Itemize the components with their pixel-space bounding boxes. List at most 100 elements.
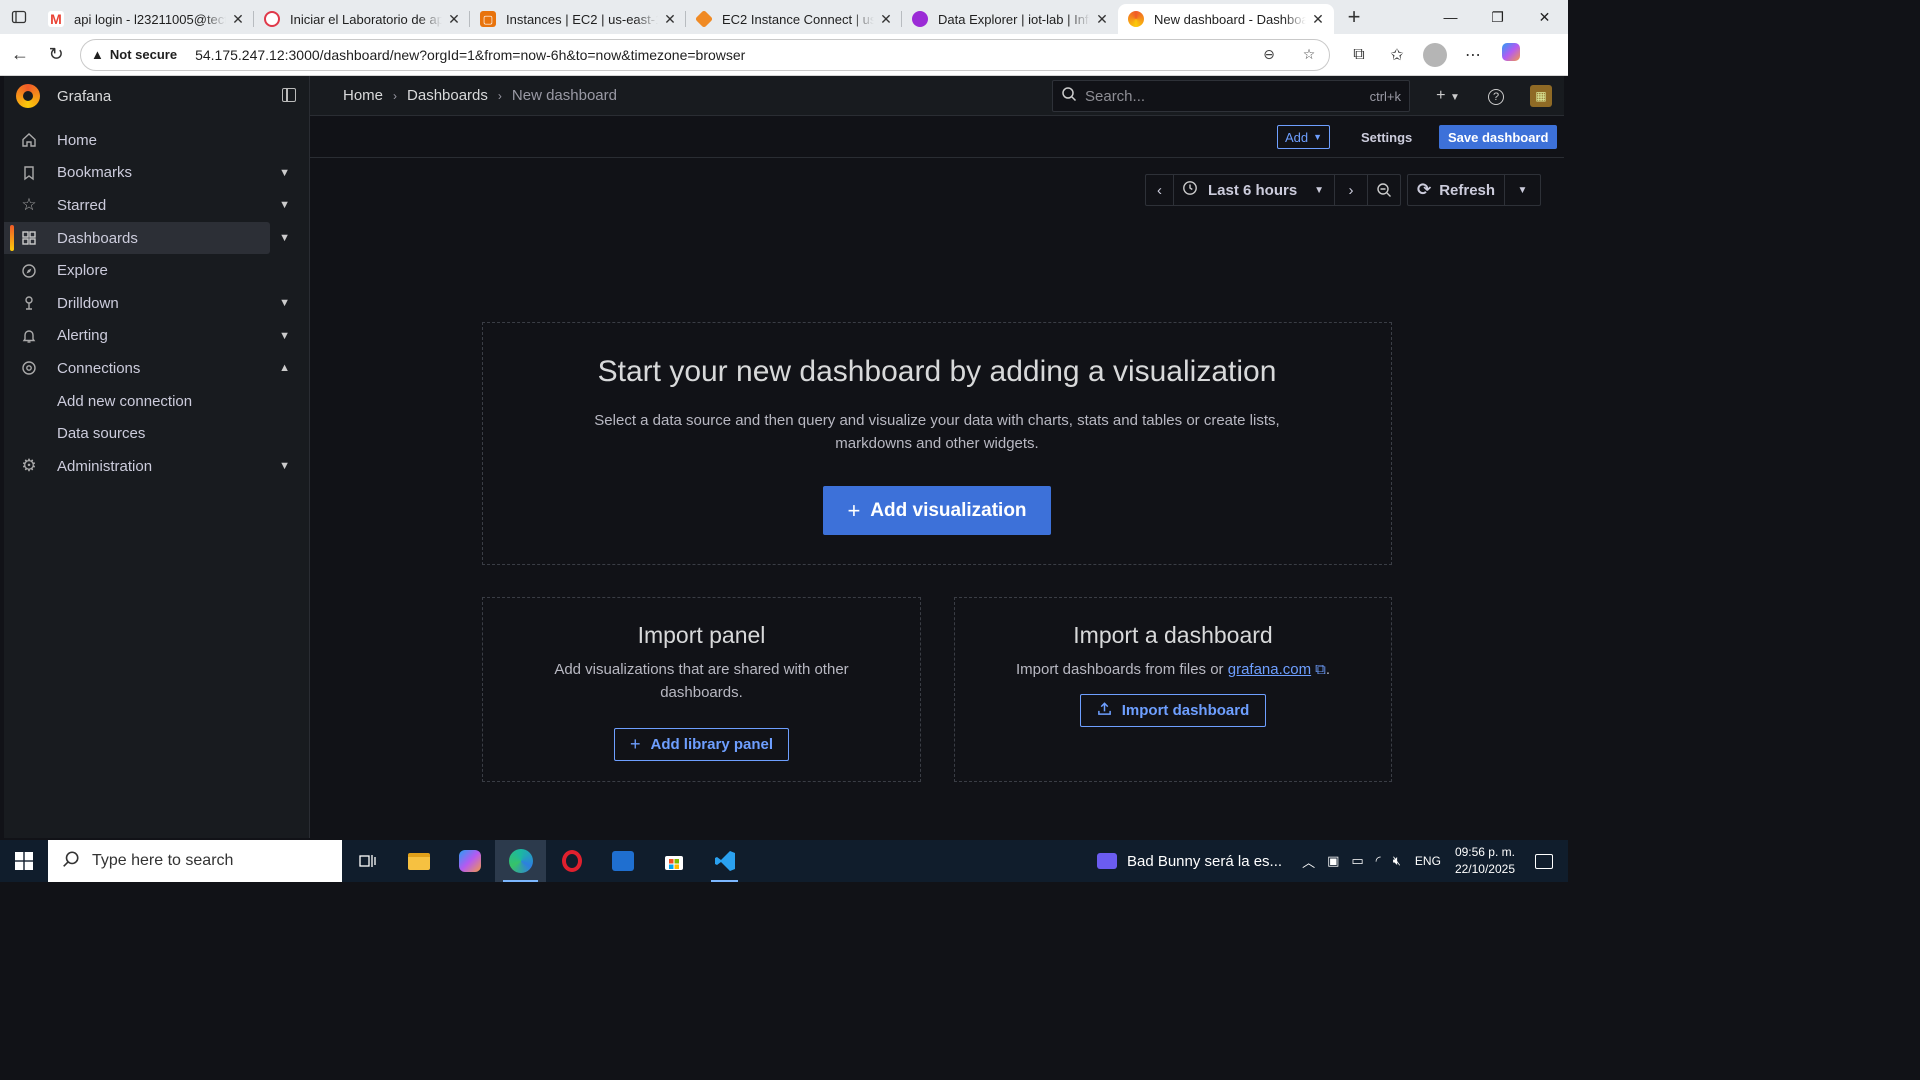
- close-icon[interactable]: ✕: [1094, 11, 1110, 28]
- import-dashboard-description: Import dashboards from files or grafana.…: [955, 658, 1391, 681]
- language-indicator[interactable]: ENG: [1415, 854, 1441, 868]
- nav-item-connections[interactable]: Connections ▲: [4, 352, 290, 385]
- nav-item-administration[interactable]: ⚙ Administration ▼: [4, 450, 290, 483]
- browser-tab-ec2-connect[interactable]: EC2 Instance Connect | us-ea ✕: [686, 4, 902, 34]
- breadcrumb-home[interactable]: Home: [343, 87, 383, 104]
- favorite-star-icon[interactable]: ☆: [1289, 46, 1329, 63]
- search-shortcut: ctrl+k: [1369, 88, 1401, 104]
- browser-tab-ec2-instances[interactable]: ▢ Instances | EC2 | us-east-1 ✕: [470, 4, 686, 34]
- import-dashboard-button[interactable]: Import dashboard: [1079, 694, 1267, 727]
- chevron-down-icon[interactable]: ▼: [279, 460, 290, 472]
- notifications-icon[interactable]: [1535, 853, 1553, 869]
- close-icon[interactable]: ✕: [230, 11, 246, 28]
- task-view-icon[interactable]: [342, 840, 393, 882]
- chevron-right-icon[interactable]: ›: [1335, 175, 1368, 205]
- brand: Grafana: [4, 76, 309, 116]
- browser-tab-grafana[interactable]: New dashboard - Dashboards ✕: [1118, 4, 1334, 34]
- vscode-icon[interactable]: [699, 840, 750, 882]
- restore-icon[interactable]: ❐: [1474, 0, 1521, 34]
- search-input[interactable]: Search... ctrl+k: [1052, 80, 1410, 112]
- help-icon[interactable]: ?: [1472, 87, 1520, 105]
- copilot-icon[interactable]: [1492, 43, 1530, 66]
- star-icon: ☆: [21, 195, 37, 215]
- browser-tab-influx[interactable]: Data Explorer | iot-lab | Influx ✕: [902, 4, 1118, 34]
- clock[interactable]: 09:56 p. m. 22/10/2025: [1455, 844, 1515, 878]
- add-button[interactable]: Add ▼: [1277, 125, 1331, 149]
- minimize-icon[interactable]: —: [1427, 0, 1474, 34]
- windows-taskbar: Type here to search Bad Bunny será la es…: [0, 840, 1568, 882]
- close-icon[interactable]: ✕: [446, 11, 462, 28]
- import-panel-description-line-2: dashboards.: [660, 684, 743, 701]
- wifi-icon[interactable]: ◜: [1376, 853, 1381, 869]
- close-window-icon[interactable]: ✕: [1521, 0, 1568, 34]
- browser-tab-gmail[interactable]: M api login - l23211005@tectij ✕: [38, 4, 254, 34]
- browser-address-bar: ← ↻ ▲ Not secure 54.175.247.12:3000/dash…: [0, 34, 1568, 76]
- chevron-up-icon[interactable]: ▲: [279, 362, 290, 374]
- nav-item-bookmarks[interactable]: Bookmarks ▼: [4, 157, 290, 190]
- file-explorer-icon[interactable]: [393, 840, 444, 882]
- nav-item-explore[interactable]: Explore: [4, 254, 270, 287]
- nav-item-alerting[interactable]: Alerting ▼: [4, 320, 290, 353]
- nav-label: Home: [57, 131, 98, 149]
- nav-item-add-new-connection[interactable]: Add new connection: [4, 385, 270, 418]
- nav-item-home[interactable]: Home: [4, 124, 270, 157]
- omnibox[interactable]: ▲ Not secure 54.175.247.12:3000/dashboar…: [80, 38, 1330, 71]
- dock-menu-icon[interactable]: [282, 88, 296, 102]
- news-widget-icon[interactable]: [1096, 853, 1117, 869]
- outlook-icon[interactable]: [597, 840, 648, 882]
- reload-icon[interactable]: ↻: [38, 37, 74, 73]
- empty-description-line-2: markdowns and other widgets.: [835, 435, 1039, 452]
- news-widget-text[interactable]: Bad Bunny será la es...: [1127, 853, 1282, 870]
- bookmark-icon: [20, 164, 38, 182]
- chevron-down-icon[interactable]: ▼: [279, 199, 290, 211]
- chevron-down-icon[interactable]: ▼: [1505, 175, 1540, 205]
- taskbar-search-input[interactable]: Type here to search: [48, 840, 342, 882]
- battery-icon[interactable]: ▭: [1351, 853, 1363, 869]
- import-dashboard-title: Import a dashboard: [1073, 622, 1273, 648]
- add-visualization-button[interactable]: + Add visualization: [823, 486, 1051, 535]
- opera-icon[interactable]: [546, 840, 597, 882]
- meet-now-icon[interactable]: ▣: [1327, 853, 1339, 869]
- nav-item-drilldown[interactable]: Drilldown ▼: [4, 287, 290, 320]
- windows-start-icon[interactable]: [0, 840, 48, 882]
- copilot-app-icon[interactable]: [444, 840, 495, 882]
- extensions-icon[interactable]: ⧉: [1340, 46, 1378, 64]
- volume-muted-icon[interactable]: 🔇︎: [1393, 853, 1401, 869]
- close-icon[interactable]: ✕: [662, 11, 678, 28]
- breadcrumb-dashboards[interactable]: Dashboards: [407, 87, 488, 104]
- edge-browser-icon[interactable]: [495, 840, 546, 882]
- time-range-button[interactable]: Last 6 hours ▼: [1174, 175, 1335, 205]
- url-text[interactable]: 54.175.247.12:3000/dashboard/new?orgId=1…: [195, 47, 1249, 63]
- external-link-icon[interactable]: ⧉: [1315, 661, 1326, 678]
- browser-tab-aws-academy[interactable]: Iniciar el Laboratorio de apre ✕: [254, 4, 470, 34]
- gmail-icon: M: [48, 11, 64, 27]
- add-library-panel-button[interactable]: + Add library panel: [613, 728, 790, 761]
- reader-mode-icon[interactable]: ⊖: [1249, 46, 1289, 63]
- chevron-down-icon[interactable]: ▼: [279, 167, 290, 179]
- favorites-icon[interactable]: ✩: [1378, 45, 1416, 65]
- back-icon[interactable]: ←: [2, 37, 38, 73]
- tab-actions-icon[interactable]: [0, 0, 38, 34]
- nav-item-data-sources[interactable]: Data sources: [4, 417, 270, 450]
- close-icon[interactable]: ✕: [878, 11, 894, 28]
- new-tab-icon[interactable]: +: [1338, 4, 1370, 30]
- chevron-down-icon[interactable]: ▼: [279, 297, 290, 309]
- chevron-left-icon[interactable]: ‹: [1146, 175, 1174, 205]
- more-icon[interactable]: ⋯: [1454, 45, 1492, 65]
- nav-item-starred[interactable]: ☆ Starred ▼: [4, 189, 290, 222]
- zoom-out-icon[interactable]: [1368, 175, 1400, 205]
- chevron-down-icon[interactable]: ▼: [279, 232, 290, 244]
- new-plus-icon[interactable]: + ▼: [1424, 87, 1472, 105]
- settings-button[interactable]: Settings: [1361, 130, 1412, 145]
- nav-item-dashboards[interactable]: Dashboards ▼: [4, 221, 290, 255]
- profile-avatar[interactable]: [1423, 42, 1447, 67]
- user-avatar[interactable]: ▦: [1530, 85, 1552, 107]
- microsoft-store-icon[interactable]: [648, 840, 699, 882]
- refresh-button[interactable]: ⟳ Refresh: [1408, 175, 1505, 205]
- close-icon[interactable]: ✕: [1310, 11, 1326, 28]
- show-hidden-icons-icon[interactable]: ︿: [1302, 852, 1315, 871]
- grafana-com-link[interactable]: grafana.com: [1228, 661, 1311, 678]
- chevron-down-icon[interactable]: ▼: [279, 330, 290, 342]
- save-dashboard-button[interactable]: Save dashboard: [1439, 125, 1558, 149]
- grafana-logo-icon[interactable]: [16, 84, 40, 108]
